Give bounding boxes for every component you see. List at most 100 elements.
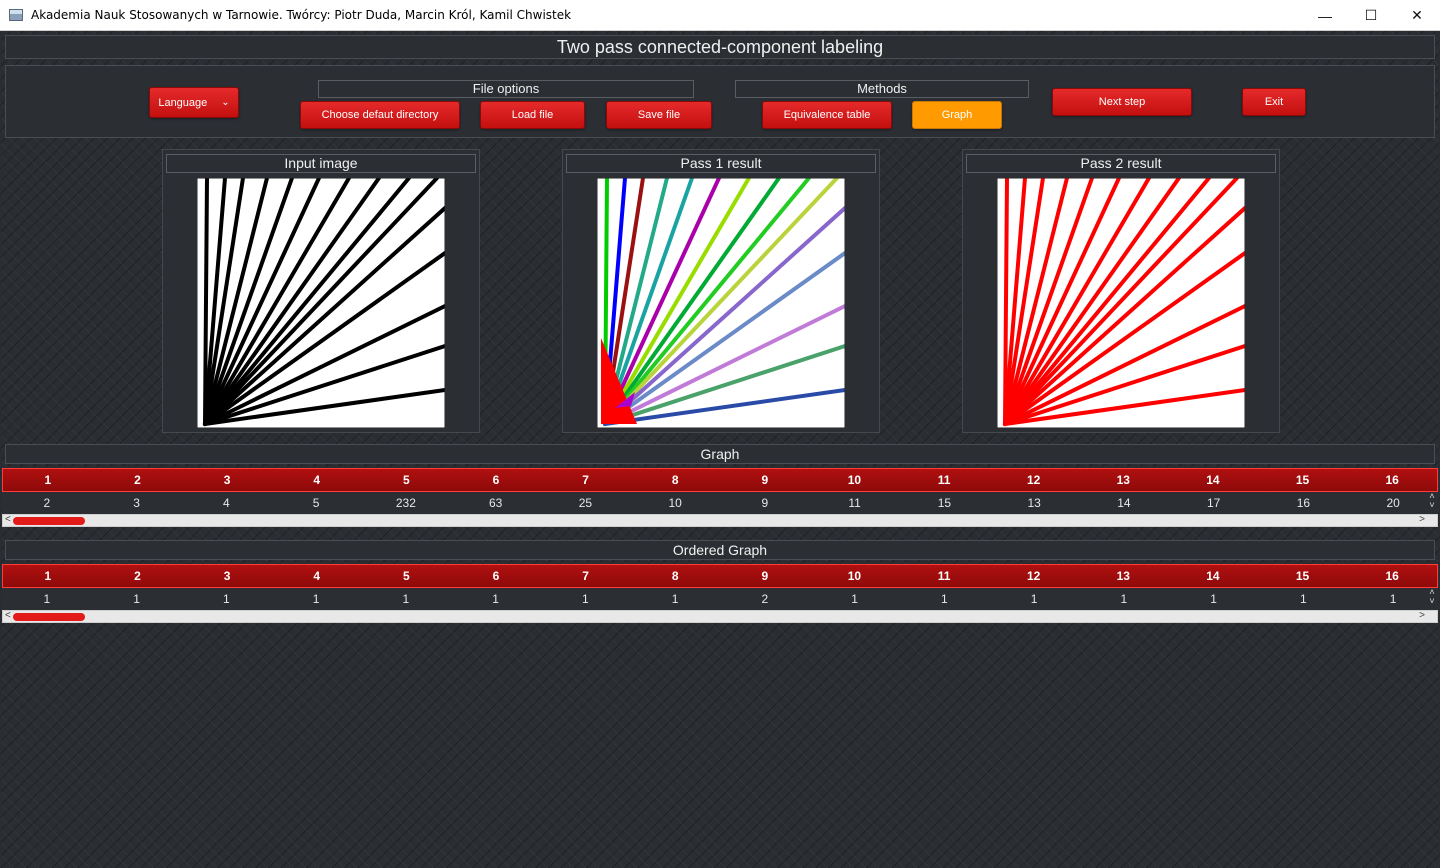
scrollbar-thumb[interactable] [13,517,85,525]
scroll-left-icon[interactable]: < [5,610,11,621]
graph-horizontal-scrollbar[interactable]: < > [2,514,1438,527]
column-header: 12 [1027,473,1041,487]
exit-button[interactable]: Exit [1242,88,1306,116]
language-dropdown[interactable]: Language ⌄ [149,87,239,118]
table-cell: 1 [671,592,679,606]
save-file-button[interactable]: Save file [606,101,712,129]
input-image [197,178,445,428]
minimize-button[interactable]: — [1302,0,1348,31]
graph-section-title: Graph [5,444,1435,464]
scroll-right-icon[interactable]: > [1419,514,1425,525]
column-header: 5 [402,473,410,487]
table-row: 1 1 1 1 1 1 1 1 2 1 1 1 1 1 1 1 [2,588,1438,610]
table-cell: 20 [1386,496,1400,510]
choose-directory-button[interactable]: Choose defaut directory [300,101,460,129]
table-cell: 1 [492,592,499,606]
graph-button[interactable]: Graph [912,101,1002,129]
column-header: 13 [1116,473,1130,487]
pass1-image [597,178,845,428]
column-header: 11 [937,473,951,487]
column-header: 16 [1385,473,1399,487]
column-header: 11 [937,569,951,583]
table-cell: 25 [578,496,593,510]
table-cell: 16 [1296,496,1311,510]
column-header: 13 [1116,569,1130,583]
toolbar: Language ⌄ File options Choose defaut di… [5,65,1435,138]
table-cell: 232 [395,496,416,510]
maximize-button[interactable]: ☐ [1348,0,1394,31]
scroll-down-icon[interactable]: ˅ [1426,597,1438,606]
table-cell: 1 [312,592,320,606]
column-header: 15 [1295,473,1310,487]
column-header: 10 [847,569,862,583]
column-header: 2 [134,569,141,583]
column-header: 2 [134,473,141,487]
table-cell: 63 [488,496,503,510]
methods-label: Methods [735,80,1029,98]
graph-table[interactable]: 1 2 3 4 5 6 7 8 9 10 11 12 13 14 15 16 2 3 4 5 232 63 25 10 9 11… [2,468,1438,527]
column-header: 9 [761,473,769,487]
pass2-panel: Pass 2 result [962,149,1280,433]
app-icon [9,9,23,21]
pass1-panel: Pass 1 result [562,149,880,433]
table-cell: 15 [937,496,952,510]
table-cell: 1 [223,592,230,606]
table-cell: 1 [1389,592,1397,606]
close-button[interactable]: ✕ [1394,0,1440,31]
column-header: 8 [671,473,679,487]
input-image-title: Input image [166,154,476,173]
column-header: 7 [582,569,589,583]
column-header: 4 [313,569,321,583]
pass2-title: Pass 2 result [966,154,1276,173]
table-cell: 1 [402,592,410,606]
equivalence-table-button[interactable]: Equivalence table [762,101,892,129]
graph-table-header: 1 2 3 4 5 6 7 8 9 10 11 12 13 14 15 16 [2,468,1438,492]
column-header: 14 [1206,473,1220,487]
next-step-button[interactable]: Next step [1052,88,1192,116]
table-cell: 11 [848,496,861,510]
pass1-title: Pass 1 result [566,154,876,173]
column-header: 3 [223,569,231,583]
table-cell: 5 [312,496,320,510]
window-title: Akademia Nauk Stosowanych w Tarnowie. Tw… [31,8,572,22]
table-cell: 1 [1300,592,1307,606]
table-cell: 2 [761,592,769,606]
vertical-scroll-arrows[interactable]: ˄ ˅ [1426,492,1438,514]
table-cell: 2 [43,496,51,510]
vertical-scroll-arrows[interactable]: ˄ ˅ [1426,588,1438,610]
scroll-left-icon[interactable]: < [5,514,11,525]
table-cell: 10 [668,496,682,510]
column-header: 5 [402,569,410,583]
page-title: Two pass connected-component labeling [5,35,1435,59]
column-header: 3 [223,473,231,487]
table-cell: 1 [1210,592,1217,606]
language-label: Language [158,96,208,109]
column-header: 14 [1206,569,1220,583]
column-header: 4 [313,473,321,487]
table-cell: 1 [43,592,51,606]
table-cell: 1 [582,592,589,606]
ordered-graph-horizontal-scrollbar[interactable]: < > [2,610,1438,623]
window-titlebar: Akademia Nauk Stosowanych w Tarnowie. Tw… [0,0,1440,31]
load-file-button[interactable]: Load file [480,101,585,129]
table-cell: 1 [1120,592,1128,606]
scroll-down-icon[interactable]: ˅ [1426,501,1438,510]
table-cell: 13 [1027,496,1041,510]
ordered-graph-table[interactable]: 1 2 3 4 5 6 7 8 9 10 11 12 13 14 15 16 1111111121111111… [2,564,1438,623]
scrollbar-thumb[interactable] [13,613,85,621]
window-controls: — ☐ ✕ [1302,0,1440,31]
table-cell: 1 [1030,592,1038,606]
column-header: 15 [1295,569,1310,583]
column-header: 16 [1385,569,1399,583]
table-cell: 1 [851,592,858,606]
column-header: 6 [492,569,500,583]
table-cell: 9 [761,496,769,510]
scroll-right-icon[interactable]: > [1419,610,1425,621]
column-header: 1 [44,569,52,583]
column-header: 6 [492,473,500,487]
table-cell: 3 [133,496,140,510]
pass2-image [997,178,1245,428]
column-header: 9 [761,569,769,583]
ordered-graph-section-title: Ordered Graph [5,540,1435,560]
table-row: 2 3 4 5 232 63 25 10 9 11 15 13 14 17 16 20 [2,492,1438,514]
